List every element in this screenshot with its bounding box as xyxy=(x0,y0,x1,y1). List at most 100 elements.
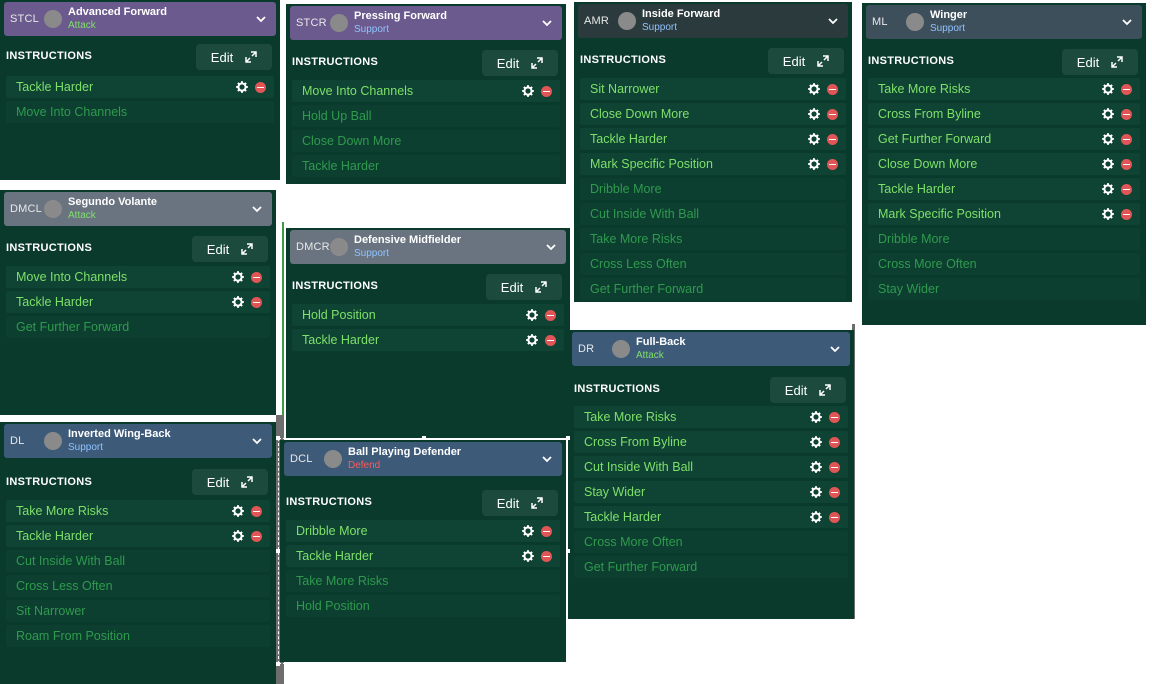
gear-icon[interactable] xyxy=(808,83,820,95)
gear-icon[interactable] xyxy=(810,411,822,423)
chevron-down-icon[interactable] xyxy=(544,240,558,254)
remove-icon[interactable] xyxy=(1121,108,1132,120)
remove-icon[interactable] xyxy=(1121,208,1132,220)
instruction-item[interactable]: Cross From Byline xyxy=(574,431,848,453)
remove-icon[interactable] xyxy=(251,505,262,517)
role-selector[interactable]: DL Inverted Wing-Back Support xyxy=(4,424,272,458)
remove-icon[interactable] xyxy=(829,461,840,473)
instruction-item[interactable]: Cross More Often xyxy=(574,531,848,553)
gear-icon[interactable] xyxy=(1102,108,1114,120)
gear-icon[interactable] xyxy=(808,133,820,145)
instruction-item[interactable]: Get Further Forward xyxy=(574,556,848,578)
resize-handle[interactable] xyxy=(566,549,570,553)
chevron-down-icon[interactable] xyxy=(250,434,264,448)
gear-icon[interactable] xyxy=(810,511,822,523)
instruction-item[interactable]: Tackle Harder xyxy=(6,291,270,313)
instruction-item[interactable]: Hold Position xyxy=(292,304,564,326)
chevron-down-icon[interactable] xyxy=(250,202,264,216)
gear-icon[interactable] xyxy=(810,436,822,448)
selection-outline[interactable] xyxy=(276,436,570,666)
instruction-item[interactable]: Take More Risks xyxy=(580,228,846,250)
remove-icon[interactable] xyxy=(545,334,556,346)
gear-icon[interactable] xyxy=(526,334,538,346)
chevron-down-icon[interactable] xyxy=(254,12,268,26)
remove-icon[interactable] xyxy=(1121,183,1132,195)
remove-icon[interactable] xyxy=(829,486,840,498)
gear-icon[interactable] xyxy=(808,108,820,120)
resize-handle[interactable] xyxy=(276,549,280,553)
remove-icon[interactable] xyxy=(1121,158,1132,170)
resize-handle[interactable] xyxy=(566,436,570,440)
role-selector[interactable]: AMR Inside Forward Support xyxy=(578,4,848,38)
edit-button[interactable]: Edit xyxy=(482,50,558,76)
instruction-item[interactable]: Close Down More xyxy=(868,153,1140,175)
edit-button[interactable]: Edit xyxy=(486,274,562,300)
instruction-item[interactable]: Stay Wider xyxy=(574,481,848,503)
remove-icon[interactable] xyxy=(541,85,552,97)
role-selector[interactable]: DR Full-Back Attack xyxy=(572,332,850,366)
instruction-item[interactable]: Take More Risks xyxy=(868,78,1140,100)
instruction-item[interactable]: Dribble More xyxy=(580,178,846,200)
edit-button[interactable]: Edit xyxy=(1062,49,1138,75)
gear-icon[interactable] xyxy=(1102,83,1114,95)
edit-button[interactable]: Edit xyxy=(770,377,846,403)
role-selector[interactable]: STCR Pressing Forward Support xyxy=(290,6,562,40)
edit-button[interactable]: Edit xyxy=(768,48,844,74)
instruction-item[interactable]: Cross Less Often xyxy=(6,575,270,597)
instruction-item[interactable]: Mark Specific Position xyxy=(580,153,846,175)
gear-icon[interactable] xyxy=(236,81,248,93)
instruction-item[interactable]: Get Further Forward xyxy=(868,128,1140,150)
instruction-item[interactable]: Cut Inside With Ball xyxy=(574,456,848,478)
instruction-item[interactable]: Stay Wider xyxy=(868,278,1140,300)
gear-icon[interactable] xyxy=(526,309,538,321)
resize-handle[interactable] xyxy=(422,436,426,440)
instruction-item[interactable]: Mark Specific Position xyxy=(868,203,1140,225)
gear-icon[interactable] xyxy=(232,530,244,542)
instruction-item[interactable]: Cut Inside With Ball xyxy=(6,550,270,572)
gear-icon[interactable] xyxy=(810,486,822,498)
instruction-item[interactable]: Dribble More xyxy=(868,228,1140,250)
instruction-item[interactable]: Close Down More xyxy=(292,130,560,152)
resize-handle[interactable] xyxy=(276,436,280,440)
remove-icon[interactable] xyxy=(255,81,266,93)
instruction-item[interactable]: Hold Up Ball xyxy=(292,105,560,127)
instruction-item[interactable]: Roam From Position xyxy=(6,625,270,647)
instruction-item[interactable]: Sit Narrower xyxy=(6,600,270,622)
gear-icon[interactable] xyxy=(232,271,244,283)
gear-icon[interactable] xyxy=(232,505,244,517)
role-selector[interactable]: DMCL Segundo Volante Attack xyxy=(4,192,272,226)
remove-icon[interactable] xyxy=(827,133,838,145)
role-selector[interactable]: DMCR Defensive Midfielder Support xyxy=(290,230,566,264)
chevron-down-icon[interactable] xyxy=(540,16,554,30)
remove-icon[interactable] xyxy=(251,271,262,283)
resize-handle[interactable] xyxy=(276,662,280,666)
role-selector[interactable]: ML Winger Support xyxy=(866,5,1142,39)
resize-handle[interactable] xyxy=(422,662,426,666)
chevron-down-icon[interactable] xyxy=(826,14,840,28)
instruction-item[interactable]: Tackle Harder xyxy=(574,506,848,528)
remove-icon[interactable] xyxy=(827,158,838,170)
instruction-item[interactable]: Cut Inside With Ball xyxy=(580,203,846,225)
instruction-item[interactable]: Cross From Byline xyxy=(868,103,1140,125)
instruction-item[interactable]: Move Into Channels xyxy=(6,266,270,288)
instruction-item[interactable]: Tackle Harder xyxy=(6,525,270,547)
gear-icon[interactable] xyxy=(522,85,534,97)
gear-icon[interactable] xyxy=(1102,133,1114,145)
instruction-item[interactable]: Close Down More xyxy=(580,103,846,125)
instruction-item[interactable]: Tackle Harder xyxy=(292,329,564,351)
instruction-item[interactable]: Sit Narrower xyxy=(580,78,846,100)
remove-icon[interactable] xyxy=(829,511,840,523)
remove-icon[interactable] xyxy=(827,108,838,120)
instruction-item[interactable]: Take More Risks xyxy=(574,406,848,428)
gear-icon[interactable] xyxy=(232,296,244,308)
chevron-down-icon[interactable] xyxy=(1120,15,1134,29)
remove-icon[interactable] xyxy=(829,411,840,423)
remove-icon[interactable] xyxy=(1121,133,1132,145)
instruction-item[interactable]: Move Into Channels xyxy=(292,80,560,102)
remove-icon[interactable] xyxy=(545,309,556,321)
remove-icon[interactable] xyxy=(1121,83,1132,95)
role-selector[interactable]: STCL Advanced Forward Attack xyxy=(4,2,276,36)
edit-button[interactable]: Edit xyxy=(192,469,268,495)
gear-icon[interactable] xyxy=(1102,158,1114,170)
remove-icon[interactable] xyxy=(251,530,262,542)
